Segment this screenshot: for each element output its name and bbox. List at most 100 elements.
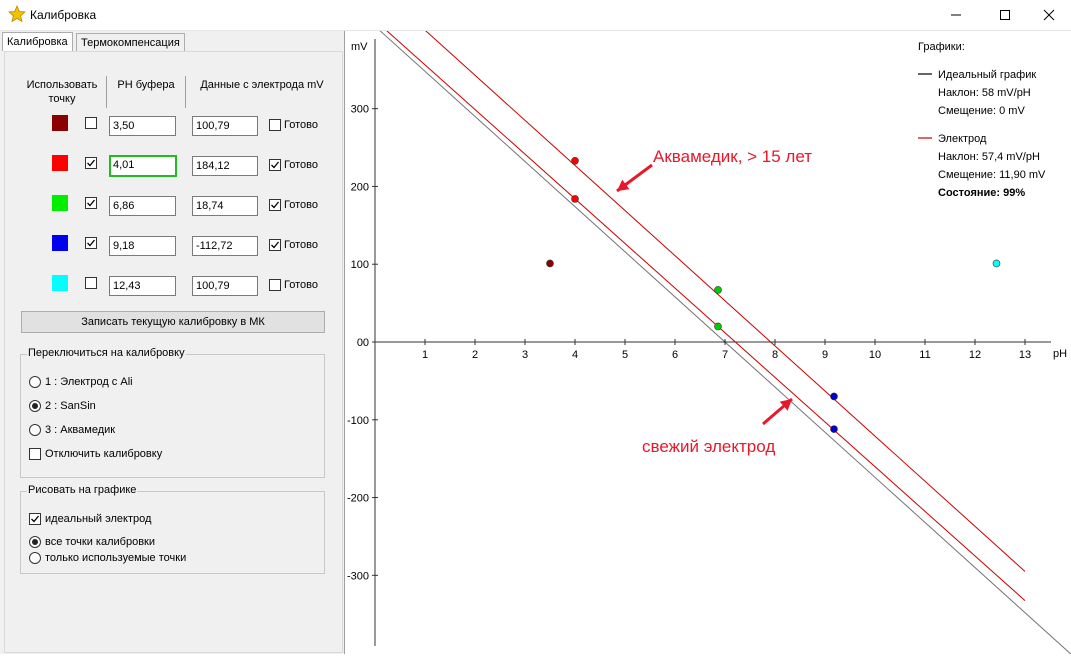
y-tick-label: 0	[363, 337, 369, 349]
calibration-option-label: 1 : Электрод с Ali	[45, 376, 133, 388]
electrode-mv-field[interactable]: 18,74	[192, 196, 258, 216]
use-point-checkbox[interactable]	[85, 197, 97, 209]
column-separator	[185, 76, 186, 108]
tab-thermocompensation[interactable]: Термокомпенсация	[76, 33, 185, 52]
draw-used-points-radio[interactable]	[29, 552, 41, 564]
electrode-mv-field[interactable]: 100,79	[192, 276, 258, 296]
disable-calibration-checkbox[interactable]	[29, 448, 41, 460]
draw-on-chart-title: Рисовать на графике	[27, 484, 138, 496]
calibration-point	[714, 286, 722, 294]
y-tick-label: -100	[347, 415, 369, 427]
calibration-point	[714, 322, 722, 331]
legend-title: Графики:	[918, 41, 965, 53]
ready-label: Готово	[284, 279, 318, 291]
ideal-electrode-label: идеальный электрод	[45, 513, 152, 525]
calibration-radio-2[interactable]	[29, 400, 41, 412]
ready-label: Готово	[284, 199, 318, 211]
checkmark-icon	[271, 161, 280, 169]
electrode-mv-field[interactable]: -112,72	[192, 236, 258, 256]
electrode-mv-field[interactable]: 100,79	[192, 116, 258, 136]
x-tick-label: 8	[772, 349, 778, 361]
use-point-checkbox[interactable]	[85, 237, 97, 249]
x-tick-label: 9	[822, 349, 828, 361]
x-tick-label: 6	[672, 349, 678, 361]
calibration-point	[571, 156, 579, 165]
row-color-swatch	[52, 195, 68, 211]
column-header-ph: PH буфера	[117, 79, 175, 91]
x-tick-label: 12	[969, 349, 981, 361]
legend-detail: Наклон: 57,4 mV/pH	[938, 151, 1040, 163]
y-tick-label: 0	[357, 337, 363, 349]
electrode-line	[390, 0, 1026, 572]
star-app-icon	[8, 5, 26, 23]
ready-checkbox[interactable]	[269, 279, 281, 291]
use-point-checkbox[interactable]	[85, 157, 97, 169]
row-color-swatch	[52, 275, 68, 291]
tab-calibration[interactable]: Калибровка	[2, 32, 73, 51]
title-bar: Калибровка	[0, 0, 1071, 31]
legend-detail: Смещение: 11,90 mV	[938, 169, 1046, 181]
ready-checkbox[interactable]	[269, 159, 281, 171]
ready-checkbox[interactable]	[269, 239, 281, 251]
maximize-icon	[1000, 10, 1010, 20]
x-tick-label: 4	[572, 349, 578, 361]
legend-detail: Смещение: 0 mV	[938, 105, 1025, 117]
use-point-checkbox[interactable]	[85, 277, 97, 289]
minimize-button[interactable]	[933, 0, 979, 30]
draw-all-points-radio[interactable]	[29, 536, 41, 548]
minimize-icon	[951, 14, 961, 16]
row-color-swatch	[52, 155, 68, 171]
ph-buffer-field[interactable]: 4,01	[109, 155, 177, 177]
legend-entry: Идеальный график	[938, 69, 1036, 81]
calibration-point	[546, 259, 554, 268]
disable-calibration-label: Отключить калибровку	[45, 448, 163, 460]
ph-buffer-field[interactable]: 9,18	[109, 236, 176, 256]
calibration-point	[992, 259, 1001, 268]
row-color-swatch	[52, 115, 68, 131]
x-axis-label: pH	[1053, 348, 1067, 360]
ready-checkbox[interactable]	[269, 199, 281, 211]
calibration-tab-panel: Использовать точку PH буфера Данные с эл…	[4, 51, 343, 653]
annotation-label: свежий электрод	[642, 437, 775, 456]
calibration-chart: mV pH 1 2 3 4 5 6 7 8 9 10 11 12 13 300 200 100 0 -100 -200-…	[345, 0, 1071, 655]
checkmark-icon	[87, 159, 96, 167]
use-point-checkbox[interactable]	[85, 117, 97, 129]
x-tick-label: 13	[1019, 349, 1031, 361]
ideal-electrode-checkbox[interactable]	[29, 513, 41, 525]
switch-calibration-title: Переключиться на калибровку	[27, 347, 186, 359]
ready-checkbox[interactable]	[269, 119, 281, 131]
checkmark-icon	[31, 515, 40, 523]
legend-state: Состояние: 99%	[938, 187, 1025, 199]
row-color-swatch	[52, 235, 68, 251]
draw-used-points-label: только используемые точки	[45, 552, 187, 564]
checkmark-icon	[271, 241, 280, 249]
legend-entry: Электрод	[938, 133, 987, 145]
calibration-option-label: 3 : Аквамедик	[45, 424, 116, 436]
calibration-point	[830, 425, 838, 433]
checkmark-icon	[87, 239, 96, 247]
calibration-option-label: 2 : SanSin	[45, 400, 96, 412]
x-tick-label: 2	[472, 349, 478, 361]
ph-buffer-field[interactable]: 12,43	[109, 276, 176, 296]
write-calibration-button[interactable]: Записать текущую калибровку в МК	[21, 311, 325, 333]
calibration-point	[571, 195, 579, 203]
y-tick-label: 300	[351, 104, 369, 116]
y-tick-label: 200	[351, 181, 369, 193]
x-tick-label: 5	[622, 349, 628, 361]
checkmark-icon	[271, 201, 280, 209]
column-header-mv: Данные с электрода mV	[200, 79, 324, 91]
x-tick-label: 7	[722, 349, 728, 361]
ph-buffer-field[interactable]: 6,86	[109, 196, 176, 216]
x-tick-label: 3	[522, 349, 528, 361]
calibration-radio-1[interactable]	[29, 376, 41, 388]
electrode-mv-field[interactable]: 184,12	[192, 156, 258, 176]
calibration-radio-3[interactable]	[29, 424, 41, 436]
ph-buffer-field[interactable]: 3,50	[109, 116, 176, 136]
column-header-use: Использовать точку	[26, 79, 98, 105]
maximize-button[interactable]	[982, 0, 1028, 30]
close-button[interactable]	[1026, 0, 1071, 30]
electrode-line	[374, 19, 1026, 601]
y-tick-label: 100	[351, 259, 369, 271]
window-title: Калибровка	[30, 8, 97, 22]
draw-all-points-label: все точки калибровки	[45, 536, 155, 548]
